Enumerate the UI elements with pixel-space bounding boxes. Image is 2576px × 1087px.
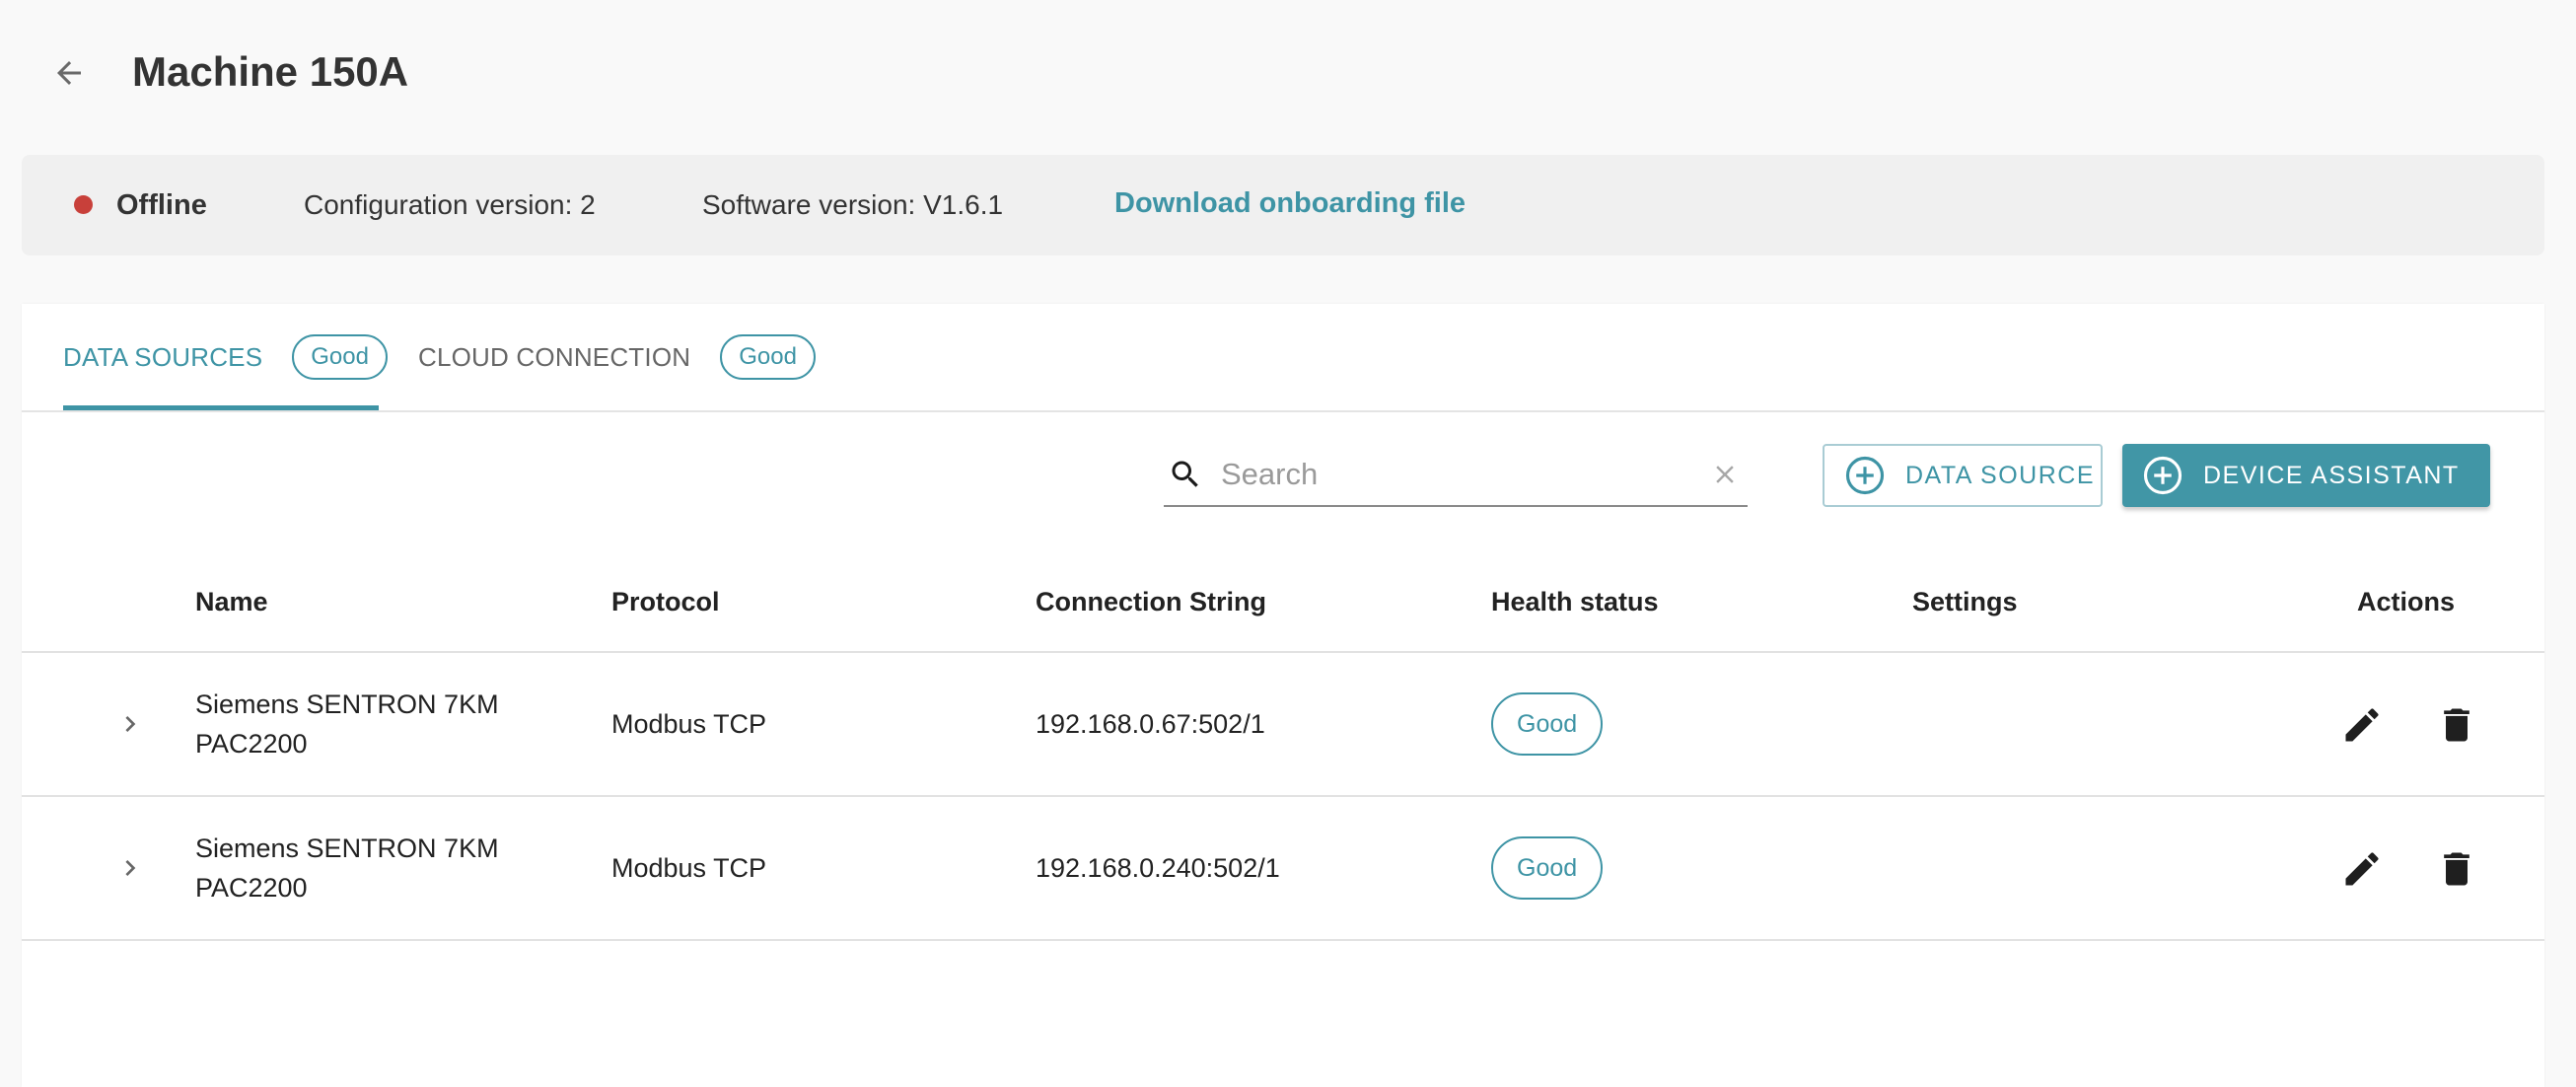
device-assistant-button[interactable]: DEVICE ASSISTANT: [2122, 444, 2490, 507]
cell-health-status: Good: [1491, 653, 1604, 795]
device-assistant-label: DEVICE ASSISTANT: [2203, 461, 2460, 489]
column-header-protocol[interactable]: Protocol: [611, 552, 720, 651]
table-row: Siemens SENTRON 7KM PAC2200 Modbus TCP 1…: [22, 653, 2544, 797]
clear-search-icon[interactable]: [1708, 458, 1742, 491]
tab-bar: DATA SOURCES Good CLOUD CONNECTION Good: [22, 304, 2544, 412]
tab-cloud-connection[interactable]: CLOUD CONNECTION Good: [418, 304, 816, 410]
delete-button[interactable]: [2434, 702, 2479, 748]
search-icon: [1166, 455, 1205, 494]
cell-health-status: Good: [1491, 797, 1604, 939]
trash-icon: [2444, 708, 2469, 742]
page-title: Machine 150A: [132, 48, 409, 95]
cell-protocol: Modbus TCP: [611, 709, 767, 739]
tab-label: DATA SOURCES: [63, 341, 263, 372]
content-card: DATA SOURCES Good CLOUD CONNECTION Good …: [22, 304, 2544, 1087]
cell-name: Siemens SENTRON 7KM PAC2200: [195, 689, 499, 759]
arrow-left-icon: [57, 61, 81, 85]
tab-status-badge: Good: [720, 334, 816, 380]
software-version: Software version: V1.6.1: [702, 189, 1004, 220]
chevron-right-icon: [125, 716, 136, 732]
column-header-name[interactable]: Name: [195, 552, 268, 651]
search-input[interactable]: [1221, 457, 1684, 492]
chevron-right-icon: [125, 860, 136, 876]
tab-data-sources[interactable]: DATA SOURCES Good: [63, 304, 388, 410]
tab-label: CLOUD CONNECTION: [418, 341, 691, 372]
connection-status: Offline: [116, 189, 207, 221]
add-data-source-label: DATA SOURCE: [1905, 461, 2095, 489]
pencil-icon: [2345, 852, 2379, 886]
table-header: Name Protocol Connection String Health s…: [22, 552, 2544, 653]
add-circle-icon: [2142, 455, 2183, 496]
cell-connection-string: 192.168.0.240:502/1: [1036, 853, 1280, 883]
download-onboarding-file-link[interactable]: Download onboarding file: [1114, 185, 1466, 221]
back-button[interactable]: [45, 49, 93, 97]
table-row: Siemens SENTRON 7KM PAC2200 Modbus TCP 1…: [22, 797, 2544, 941]
cell-name: Siemens SENTRON 7KM PAC2200: [195, 833, 499, 903]
trash-icon: [2444, 852, 2469, 886]
tab-status-badge: Good: [292, 334, 388, 380]
column-header-connection-string[interactable]: Connection String: [1036, 552, 1266, 651]
edit-button[interactable]: [2339, 702, 2385, 748]
delete-button[interactable]: [2434, 846, 2479, 892]
configuration-version: Configuration version: 2: [304, 189, 596, 220]
add-data-source-button[interactable]: DATA SOURCE: [1823, 444, 2103, 507]
device-info-bar: Offline Configuration version: 2 Softwar…: [22, 155, 2544, 255]
status-dot-icon: [74, 195, 93, 214]
edit-button[interactable]: [2339, 846, 2385, 892]
page-header: Machine 150A: [0, 0, 2576, 148]
search-field: [1164, 444, 1748, 507]
column-header-settings: Settings: [1912, 586, 2018, 616]
cell-connection-string: 192.168.0.67:502/1: [1036, 709, 1265, 739]
pencil-icon: [2345, 708, 2379, 742]
column-header-health-status[interactable]: Health status: [1491, 552, 1659, 651]
cell-protocol: Modbus TCP: [611, 853, 767, 883]
column-header-actions: Actions: [2357, 586, 2456, 616]
expand-row-button[interactable]: [101, 797, 160, 939]
add-circle-icon: [1844, 455, 1886, 496]
health-status-badge: Good: [1491, 692, 1604, 756]
expand-row-button[interactable]: [101, 653, 160, 795]
data-sources-table: Name Protocol Connection String Health s…: [22, 552, 2544, 941]
health-status-badge: Good: [1491, 836, 1604, 900]
active-tab-indicator: [63, 405, 379, 410]
